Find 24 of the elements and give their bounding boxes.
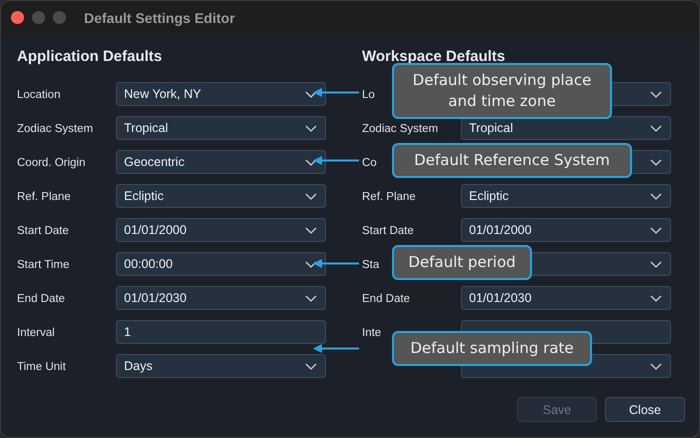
- field-label: End Date: [362, 293, 410, 305]
- field-label: Coord. Origin: [17, 157, 86, 169]
- field-label: Location: [17, 89, 60, 101]
- field-label: Start Date: [17, 225, 69, 237]
- callout-tooltip: Default observing place and time zone: [392, 63, 612, 119]
- field-label: Time Unit: [17, 361, 66, 373]
- field-label: Sta: [362, 259, 380, 271]
- field-label: Start Time: [17, 259, 70, 271]
- field-label: Zodiac System: [362, 123, 438, 135]
- callout-tooltip: Default sampling rate: [392, 331, 592, 366]
- window-title: Default Settings Editor: [84, 10, 235, 26]
- field-label: Ref. Plane: [17, 191, 71, 203]
- field-label: Ref. Plane: [362, 191, 416, 203]
- section-heading: Application Defaults: [17, 48, 164, 66]
- field-label: Interval: [17, 327, 55, 339]
- section-heading: Workspace Defaults: [362, 48, 506, 66]
- field-label: Lo: [362, 89, 375, 101]
- field-label: End Date: [17, 293, 65, 305]
- callout-tooltip: Default period: [392, 245, 532, 280]
- field-label: Co: [362, 157, 377, 169]
- callout-tooltip: Default Reference System: [392, 143, 632, 178]
- field-label: Start Date: [362, 225, 414, 237]
- field-label: Inte: [362, 327, 382, 339]
- field-label: Zodiac System: [17, 123, 94, 135]
